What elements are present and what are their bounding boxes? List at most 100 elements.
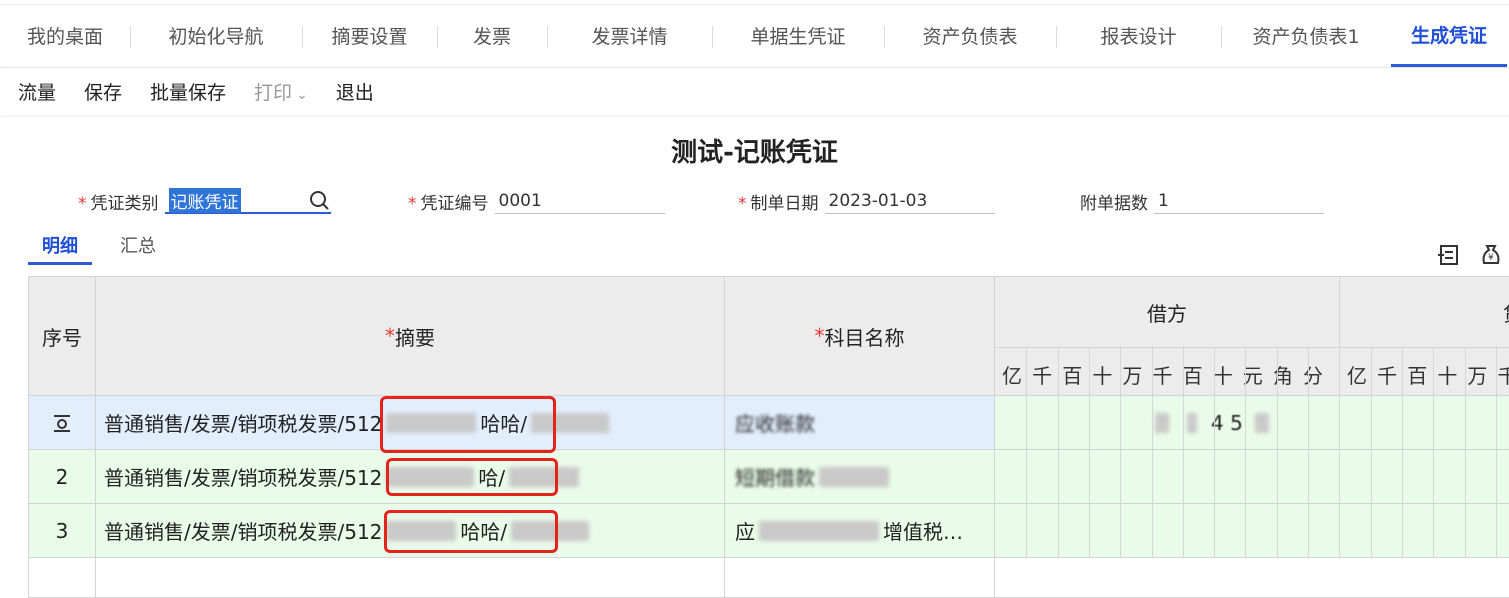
digit-column-line	[1370, 348, 1372, 558]
row-3-account[interactable]: 应 增值税…	[725, 504, 995, 558]
digit-label: 万	[1467, 364, 1488, 388]
tab-label: 单据生凭证	[750, 26, 846, 48]
voucher-type-value: 记账凭证	[168, 187, 241, 213]
voucher-type-field: * 凭证类别 记账凭证	[78, 186, 331, 214]
voucher-type-label: 凭证类别	[90, 194, 159, 214]
digit-label: 百	[1407, 364, 1428, 388]
row-2-account[interactable]: 短期借款	[725, 450, 995, 504]
tab-generate-voucher[interactable]: 生成凭证	[1391, 4, 1507, 67]
print-button[interactable]: 打印 ⌄	[254, 78, 308, 105]
tab-report-design[interactable]: 报表设计	[1056, 4, 1221, 67]
row-3-amount[interactable]	[995, 504, 1509, 558]
header-credit: 贷	[1340, 276, 1509, 348]
digit-column-line	[1026, 348, 1028, 558]
summary-text: 普通销售/发票/销项税发票/512	[104, 520, 383, 544]
tab-label: 报表设计	[1100, 26, 1177, 48]
batch-save-button[interactable]: 批量保存	[150, 78, 226, 105]
voucher-date-label: 制单日期	[750, 194, 819, 214]
row-4-summary[interactable]	[96, 558, 725, 598]
tab-init-nav[interactable]: 初始化导航	[130, 4, 302, 67]
chevron-down-icon: ⌄	[296, 86, 308, 103]
digit-label: 十	[1092, 364, 1113, 388]
row-4-account[interactable]	[725, 558, 995, 598]
required-mark: *	[78, 194, 87, 214]
digit-column-line	[1214, 348, 1216, 558]
voucher-date-input[interactable]: 2023-01-03	[824, 188, 995, 214]
insert-row-icon[interactable]	[1436, 242, 1462, 268]
digit-column-line	[1339, 348, 1341, 558]
exit-button[interactable]: 退出	[336, 78, 374, 105]
tab-label: 我的桌面	[26, 26, 103, 48]
attachment-count-input[interactable]: 1	[1154, 188, 1324, 214]
voucher-title: 测试-记账凭证	[671, 138, 838, 168]
tab-balance-sheet-1[interactable]: 资产负债表1	[1221, 4, 1391, 67]
tab-bar: 我的桌面 初始化导航 摘要设置 发票 发票详情 单据生凭证 资产负债表 报表设计…	[0, 4, 1509, 68]
attachment-count-label: 附单据数	[1080, 194, 1148, 214]
digit-column-line	[1120, 348, 1122, 558]
account-text: 短期借款	[735, 466, 815, 490]
digit-column-line	[1182, 348, 1184, 558]
required-mark: *	[408, 194, 417, 214]
row-settings-icon[interactable]	[28, 396, 96, 450]
account-text-suffix: 增值税…	[883, 520, 963, 544]
tab-label: 生成凭证	[1410, 24, 1487, 47]
voucher-number-field: * 凭证编号 0001	[408, 186, 665, 214]
digit-column-line	[1401, 348, 1403, 558]
digit-label: 百	[1062, 364, 1083, 388]
header-debit: 借方	[995, 276, 1340, 348]
tab-doc-to-voucher[interactable]: 单据生凭证	[712, 4, 884, 67]
account-text: 应收账款	[735, 412, 815, 436]
highlight-box	[384, 510, 558, 553]
digit-label: 分	[1302, 364, 1323, 388]
voucher-entry-table: 序号 *摘要 *科目名称 借方 贷 亿千百十万千百十元角分 亿千百十万千 普通销…	[28, 276, 1509, 598]
digit-label: 亿	[1002, 364, 1023, 388]
digit-column-line	[1057, 348, 1059, 558]
save-button[interactable]: 保存	[84, 78, 122, 105]
flow-button[interactable]: 流量	[18, 78, 56, 105]
digit-column-line	[1088, 348, 1090, 558]
row-4-amount[interactable]	[995, 558, 1509, 598]
tab-invoice[interactable]: 发票	[437, 4, 547, 67]
row-3-seq: 3	[28, 504, 96, 558]
tab-label: 初始化导航	[168, 26, 264, 48]
required-mark: *	[738, 194, 747, 214]
header-account: * 科目名称	[725, 276, 995, 396]
header-seq: 序号	[28, 276, 96, 396]
digit-label: 千	[1032, 364, 1053, 388]
voucher-date-field: * 制单日期 2023-01-03	[738, 186, 995, 214]
highlight-box	[386, 458, 558, 496]
tab-invoice-detail[interactable]: 发票详情	[547, 4, 712, 67]
tab-summary[interactable]: 汇总	[106, 228, 170, 262]
digit-column-line	[1464, 348, 1466, 558]
voucher-number-input[interactable]: 0001	[494, 188, 665, 214]
digit-column-line	[1495, 348, 1497, 558]
digit-column-line	[1308, 348, 1309, 558]
row-2-seq: 2	[28, 450, 96, 504]
summary-text: 普通销售/发票/销项税发票/512	[104, 466, 383, 490]
tab-label: 资产负债表	[922, 26, 1018, 48]
credit-digit-labels: 亿千百十万千	[1342, 360, 1509, 389]
row-4-seq	[28, 558, 96, 598]
row-1-account[interactable]: 应收账款	[725, 396, 995, 450]
tab-detail[interactable]: 明细	[28, 228, 92, 265]
money-bag-icon[interactable]: ¥	[1478, 242, 1504, 268]
row-2-amount[interactable]	[995, 450, 1509, 504]
digit-column-line	[1433, 348, 1435, 558]
debit-amount: 4 5	[1211, 410, 1243, 435]
tab-label: 发票详情	[591, 26, 668, 48]
tab-balance-sheet[interactable]: 资产负债表	[884, 4, 1056, 67]
tab-desktop[interactable]: 我的桌面	[0, 4, 130, 67]
tab-label: 资产负债表1	[1252, 26, 1360, 48]
voucher-type-input[interactable]: 记账凭证	[164, 187, 331, 214]
voucher-number-label: 凭证编号	[420, 194, 489, 214]
row-1-amount[interactable]: 4 5	[995, 396, 1509, 450]
digit-label: 十	[1437, 364, 1458, 388]
header-summary: * 摘要	[96, 276, 725, 396]
digit-column-line	[1245, 348, 1247, 558]
svg-text:¥: ¥	[1488, 253, 1494, 263]
search-icon[interactable]	[309, 190, 329, 210]
digit-label: 亿	[1347, 364, 1368, 388]
digit-label: 万	[1122, 364, 1143, 388]
tab-summary-settings[interactable]: 摘要设置	[302, 4, 437, 67]
digit-label: 角	[1272, 364, 1293, 388]
